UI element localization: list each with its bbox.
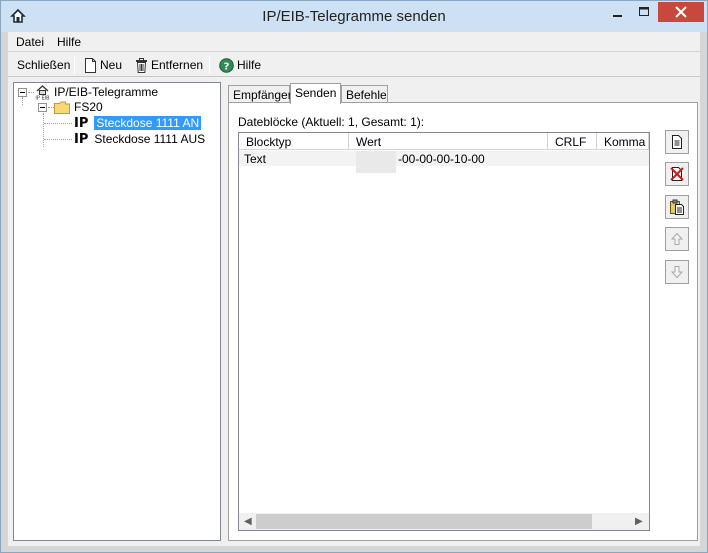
title-bar[interactable]: IP/EIB-Telegramme senden [1, 1, 707, 32]
table-header: Blocktyp Wert CRLF Komma [239, 133, 649, 150]
tree-root-label: IP/EIB-Telegramme [54, 85, 159, 99]
paste-icon [670, 199, 684, 215]
tree-item-steckdose-an[interactable]: IP Steckdose 1111 AN [74, 115, 202, 131]
column-header[interactable]: Wert [349, 133, 548, 150]
menu-bar: Datei Hilfe [8, 32, 700, 52]
tab-befehle[interactable]: Befehle [341, 85, 388, 103]
new-document-icon [672, 135, 682, 149]
tree-item-label: Steckdose 1111 AUS [94, 132, 206, 146]
trash-icon [136, 57, 147, 73]
new-button-label: Neu [100, 58, 123, 72]
move-down-button[interactable] [665, 260, 689, 284]
remove-button-label: Entfernen [151, 58, 204, 72]
cell-wert: -00-00-00-10-00 [398, 152, 485, 166]
tree-folder-label: FS20 [74, 100, 103, 114]
new-button[interactable]: Neu [84, 56, 122, 74]
scroll-left-icon[interactable]: ◀ [244, 516, 252, 527]
collapse-toggle[interactable] [38, 103, 47, 112]
tab-empfaenger[interactable]: Empfänger [228, 85, 292, 103]
senden-panel: Dateblöcke (Aktuell: 1, Gesamt: 1): Bloc… [228, 102, 698, 541]
tree-folder[interactable]: FS20 [54, 99, 103, 115]
column-header[interactable]: Komma [597, 133, 649, 150]
ip-icon: IP [74, 115, 89, 131]
tree-item-label: Steckdose 1111 AN [94, 116, 202, 130]
close-button[interactable]: Schließen [17, 56, 70, 74]
delete-document-icon [670, 167, 684, 181]
horizontal-scrollbar[interactable]: ◀ ▶ [239, 513, 649, 530]
redacted-value [356, 151, 396, 173]
minimize-icon [613, 15, 622, 17]
tree-line [44, 139, 72, 140]
menu-hilfe[interactable]: Hilfe [57, 35, 81, 49]
toolbar: Schließen Neu Entfernen ? Hilfe [8, 53, 700, 77]
help-button-label: Hilfe [237, 58, 262, 72]
menu-datei[interactable]: Datei [16, 35, 44, 49]
paste-block-button[interactable] [665, 195, 689, 219]
telegram-tree[interactable]: IP EIB IP/EIB-Telegramme FS20 IP Steckdo… [13, 82, 221, 541]
ip-eib-icon: IP EIB [35, 85, 50, 101]
column-header[interactable]: Blocktyp [239, 133, 349, 150]
close-icon [675, 6, 687, 18]
maximize-button[interactable] [631, 2, 657, 22]
tree-line [44, 123, 72, 124]
window-title: IP/EIB-Telegramme senden [262, 8, 446, 25]
client-area: Datei Hilfe Schließen Neu Entfernen ? Hi… [8, 32, 700, 546]
ip-icon: IP [74, 131, 89, 147]
remove-button[interactable]: Entfernen [135, 56, 203, 74]
arrow-down-icon [670, 266, 684, 279]
tree-line [22, 97, 23, 105]
move-up-button[interactable] [665, 227, 689, 251]
svg-text:IP EIB: IP EIB [35, 96, 50, 101]
arrow-up-icon [670, 232, 684, 245]
help-button[interactable]: ? Hilfe [219, 56, 261, 74]
scroll-right-icon[interactable]: ▶ [635, 516, 643, 527]
close-button-label: Schließen [17, 58, 71, 72]
tab-label: Senden [295, 86, 337, 100]
toolbar-separator [74, 56, 75, 74]
blocks-count-label: Dateblöcke (Aktuell: 1, Gesamt: 1): [238, 115, 425, 129]
delete-block-button[interactable] [665, 162, 689, 186]
minimize-button[interactable] [604, 2, 631, 22]
maximize-icon [639, 7, 649, 16]
tree-root[interactable]: IP EIB IP/EIB-Telegramme [34, 84, 158, 100]
tree-line [43, 113, 44, 147]
new-document-icon [85, 57, 96, 73]
toolbar-separator [209, 56, 210, 74]
tab-senden[interactable]: Senden [290, 83, 341, 104]
tab-label: Empfänger [233, 88, 292, 102]
folder-icon [54, 101, 70, 114]
svg-text:?: ? [224, 61, 230, 72]
help-icon: ? [219, 57, 234, 73]
data-blocks-table[interactable]: Blocktyp Wert CRLF Komma Text -00-00-00-… [238, 132, 650, 531]
table-row[interactable]: Text -00-00-00-10-00 [239, 151, 649, 166]
app-window: IP/EIB-Telegramme senden Datei Hilfe Sch… [0, 0, 708, 553]
cell-blocktyp: Text [244, 152, 267, 166]
column-header[interactable]: CRLF [548, 133, 597, 150]
scroll-thumb[interactable] [256, 514, 592, 529]
collapse-toggle[interactable] [18, 88, 27, 97]
new-block-button[interactable] [665, 130, 689, 154]
close-window-button[interactable] [658, 2, 704, 22]
tab-label: Befehle [346, 88, 387, 102]
tree-item-steckdose-aus[interactable]: IP Steckdose 1111 AUS [74, 131, 205, 147]
